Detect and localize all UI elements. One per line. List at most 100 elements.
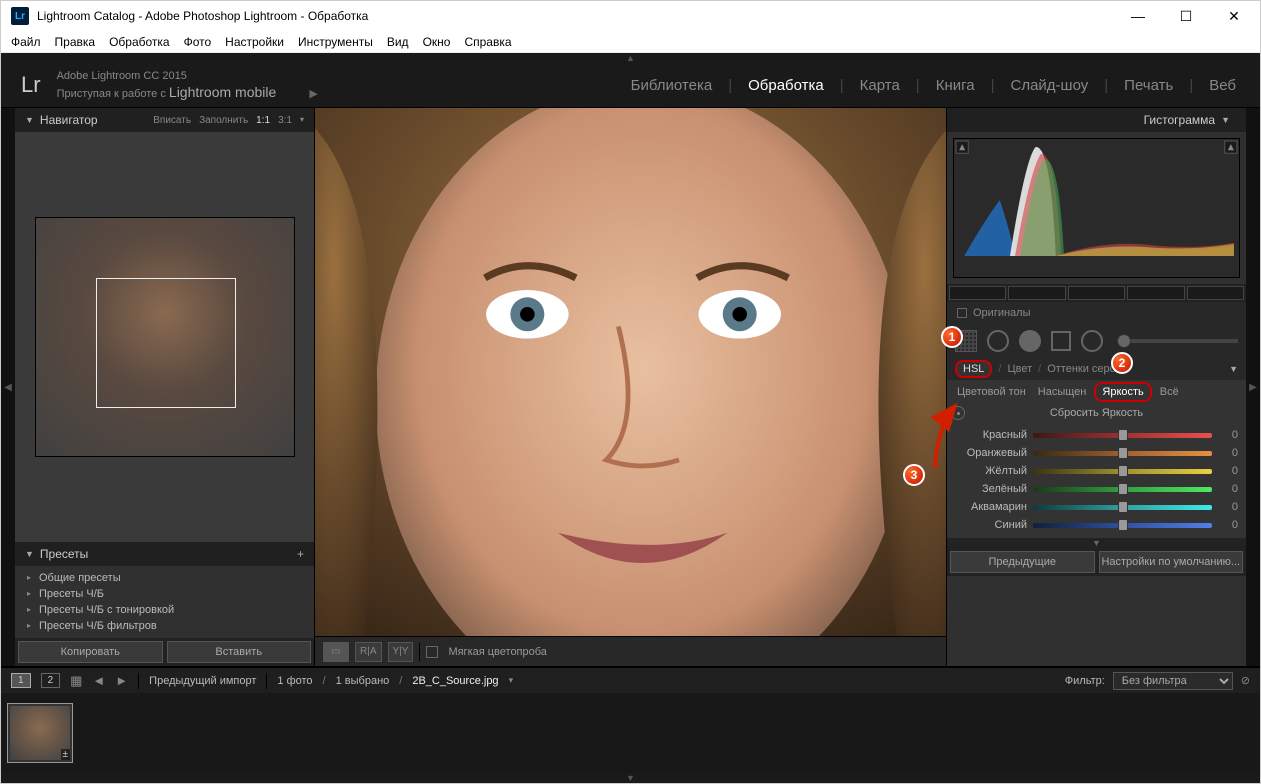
previous-button[interactable]: Предыдущие bbox=[950, 551, 1095, 573]
module-slideshow[interactable]: Слайд-шоу bbox=[1007, 77, 1093, 94]
triangle-down-icon: ▼ bbox=[1221, 115, 1230, 125]
bottom-panel-toggle[interactable]: ▼ bbox=[1, 773, 1260, 783]
minimize-button[interactable]: — bbox=[1128, 8, 1148, 25]
preset-folder[interactable]: Пресеты Ч/Б bbox=[15, 586, 314, 602]
luminance-tab[interactable]: Яркость bbox=[1094, 382, 1151, 402]
saturation-tab[interactable]: Насыщен bbox=[1034, 384, 1091, 400]
spot-tool-button[interactable] bbox=[987, 330, 1009, 352]
module-print[interactable]: Печать bbox=[1120, 77, 1177, 94]
menu-develop[interactable]: Обработка bbox=[109, 35, 170, 49]
radial-tool-button[interactable] bbox=[1081, 330, 1103, 352]
filmstrip[interactable]: ± bbox=[1, 693, 1260, 773]
slider-green-label: Зелёный bbox=[955, 483, 1027, 495]
add-preset-button[interactable]: + bbox=[297, 547, 304, 561]
source-label[interactable]: Предыдущий импорт bbox=[149, 675, 256, 687]
menu-file[interactable]: Файл bbox=[11, 35, 41, 49]
close-button[interactable]: ✕ bbox=[1224, 8, 1244, 25]
before-after-lr-button[interactable]: R|A bbox=[355, 642, 382, 662]
center-toolbar: ▭ R|A Y|Y Мягкая цветопроба bbox=[315, 636, 946, 666]
slider-blue-value[interactable]: 0 bbox=[1218, 519, 1238, 531]
preset-folder[interactable]: Пресеты Ч/Б фильтров bbox=[15, 618, 314, 634]
slider-red-value[interactable]: 0 bbox=[1218, 429, 1238, 441]
slider-yellow[interactable] bbox=[1033, 469, 1212, 474]
annotation-badge-1: 1 bbox=[941, 326, 963, 348]
loupe-view-button[interactable]: ▭ bbox=[323, 642, 349, 662]
presets-panel-header[interactable]: ▼ Пресеты + bbox=[15, 542, 314, 566]
module-book[interactable]: Книга bbox=[932, 77, 979, 94]
top-panel-toggle[interactable]: ▲ bbox=[1, 53, 1260, 63]
main-image-view[interactable] bbox=[315, 108, 946, 636]
menu-tools[interactable]: Инструменты bbox=[298, 35, 373, 49]
slider-aqua-value[interactable]: 0 bbox=[1218, 501, 1238, 513]
filmstrip-thumb[interactable]: ± bbox=[7, 703, 73, 763]
annotation-badge-3: 3 bbox=[903, 464, 925, 486]
redeye-tool-button[interactable] bbox=[1019, 330, 1041, 352]
hue-tab[interactable]: Цветовой тон bbox=[953, 384, 1030, 400]
targeted-adjustment-tool[interactable] bbox=[951, 406, 965, 420]
prev-photo-icon[interactable]: ◄ bbox=[92, 673, 105, 688]
grid-view-icon[interactable]: ▦ bbox=[70, 673, 82, 689]
lightroom-mobile-link[interactable]: Lightroom mobile bbox=[169, 84, 276, 100]
navigator-preview[interactable] bbox=[15, 132, 314, 542]
all-tab[interactable]: Всё bbox=[1156, 384, 1183, 400]
nav-fit[interactable]: Вписать bbox=[153, 115, 191, 126]
filename-dropdown-icon[interactable]: ▾ bbox=[509, 675, 514, 686]
mobile-arrow-icon[interactable]: ▶ bbox=[309, 88, 317, 100]
triangle-down-icon: ▼ bbox=[25, 549, 34, 559]
menu-window[interactable]: Окно bbox=[423, 35, 451, 49]
nav-fill[interactable]: Заполнить bbox=[199, 115, 248, 126]
preset-folder[interactable]: Общие пресеты bbox=[15, 570, 314, 586]
left-panel-toggle[interactable]: ◀ bbox=[1, 108, 15, 666]
filter-lock-icon[interactable]: ⊘ bbox=[1241, 674, 1250, 687]
module-web[interactable]: Веб bbox=[1205, 77, 1240, 94]
app-name-label: Adobe Lightroom CC 2015 bbox=[57, 69, 318, 83]
paste-button[interactable]: Вставить bbox=[167, 641, 312, 663]
copy-button[interactable]: Копировать bbox=[18, 641, 163, 663]
right-panel-toggle[interactable]: ▶ bbox=[1246, 108, 1260, 666]
slider-orange[interactable] bbox=[1033, 451, 1212, 456]
menu-settings[interactable]: Настройки bbox=[225, 35, 284, 49]
nav-1-1[interactable]: 1:1 bbox=[256, 115, 270, 126]
brush-size-slider[interactable] bbox=[1117, 339, 1238, 343]
module-header: Lr Adobe Lightroom CC 2015 Приступая к р… bbox=[1, 63, 1260, 107]
gradient-tool-button[interactable] bbox=[1051, 331, 1071, 351]
color-tab[interactable]: Цвет bbox=[1007, 363, 1032, 375]
slider-orange-value[interactable]: 0 bbox=[1218, 447, 1238, 459]
module-library[interactable]: Библиотека bbox=[627, 77, 717, 94]
menu-photo[interactable]: Фото bbox=[184, 35, 212, 49]
module-map[interactable]: Карта bbox=[856, 77, 904, 94]
before-after-tb-button[interactable]: Y|Y bbox=[388, 642, 414, 662]
filter-select[interactable]: Без фильтра bbox=[1113, 672, 1233, 690]
originals-row[interactable]: Оригиналы bbox=[947, 302, 1246, 324]
hsl-tab[interactable]: HSL bbox=[955, 360, 992, 378]
maximize-button[interactable]: ☐ bbox=[1176, 8, 1196, 25]
slider-green[interactable] bbox=[1033, 487, 1212, 492]
navigator-crop-rect[interactable] bbox=[96, 278, 236, 408]
preset-folder[interactable]: Пресеты Ч/Б с тонировкой bbox=[15, 602, 314, 618]
nav-3-1[interactable]: 3:1 bbox=[278, 115, 292, 126]
panel-scroll-icon[interactable]: ▼ bbox=[947, 538, 1246, 548]
slider-yellow-value[interactable]: 0 bbox=[1218, 465, 1238, 477]
main-window-button[interactable]: 1 bbox=[11, 673, 31, 688]
menu-help[interactable]: Справка bbox=[464, 35, 511, 49]
soft-proof-checkbox[interactable] bbox=[426, 646, 438, 658]
nav-ratio-dropdown[interactable]: ▾ bbox=[300, 115, 304, 126]
next-photo-icon[interactable]: ► bbox=[115, 673, 128, 688]
app-icon: Lr bbox=[11, 7, 29, 25]
histogram-zones[interactable] bbox=[947, 284, 1246, 302]
navigator-panel-header[interactable]: ▼ Навигатор Вписать Заполнить 1:1 3:1 ▾ bbox=[15, 108, 314, 132]
defaults-button[interactable]: Настройки по умолчанию... bbox=[1099, 551, 1244, 573]
histogram[interactable] bbox=[953, 138, 1240, 278]
module-develop[interactable]: Обработка bbox=[744, 77, 828, 94]
hsl-panel-tabs: HSL / Цвет / Оттенки серого ▼ bbox=[947, 358, 1246, 380]
filename-label[interactable]: 2B_C_Source.jpg bbox=[412, 675, 498, 687]
slider-blue[interactable] bbox=[1033, 523, 1212, 528]
second-window-button[interactable]: 2 bbox=[41, 673, 61, 688]
slider-red[interactable] bbox=[1033, 433, 1212, 438]
histogram-panel-header[interactable]: Гистограмма ▼ bbox=[947, 108, 1246, 132]
menu-view[interactable]: Вид bbox=[387, 35, 409, 49]
slider-green-value[interactable]: 0 bbox=[1218, 483, 1238, 495]
reset-luminance-label[interactable]: Сбросить Яркость bbox=[1050, 407, 1143, 419]
menu-edit[interactable]: Правка bbox=[55, 35, 96, 49]
slider-aqua[interactable] bbox=[1033, 505, 1212, 510]
